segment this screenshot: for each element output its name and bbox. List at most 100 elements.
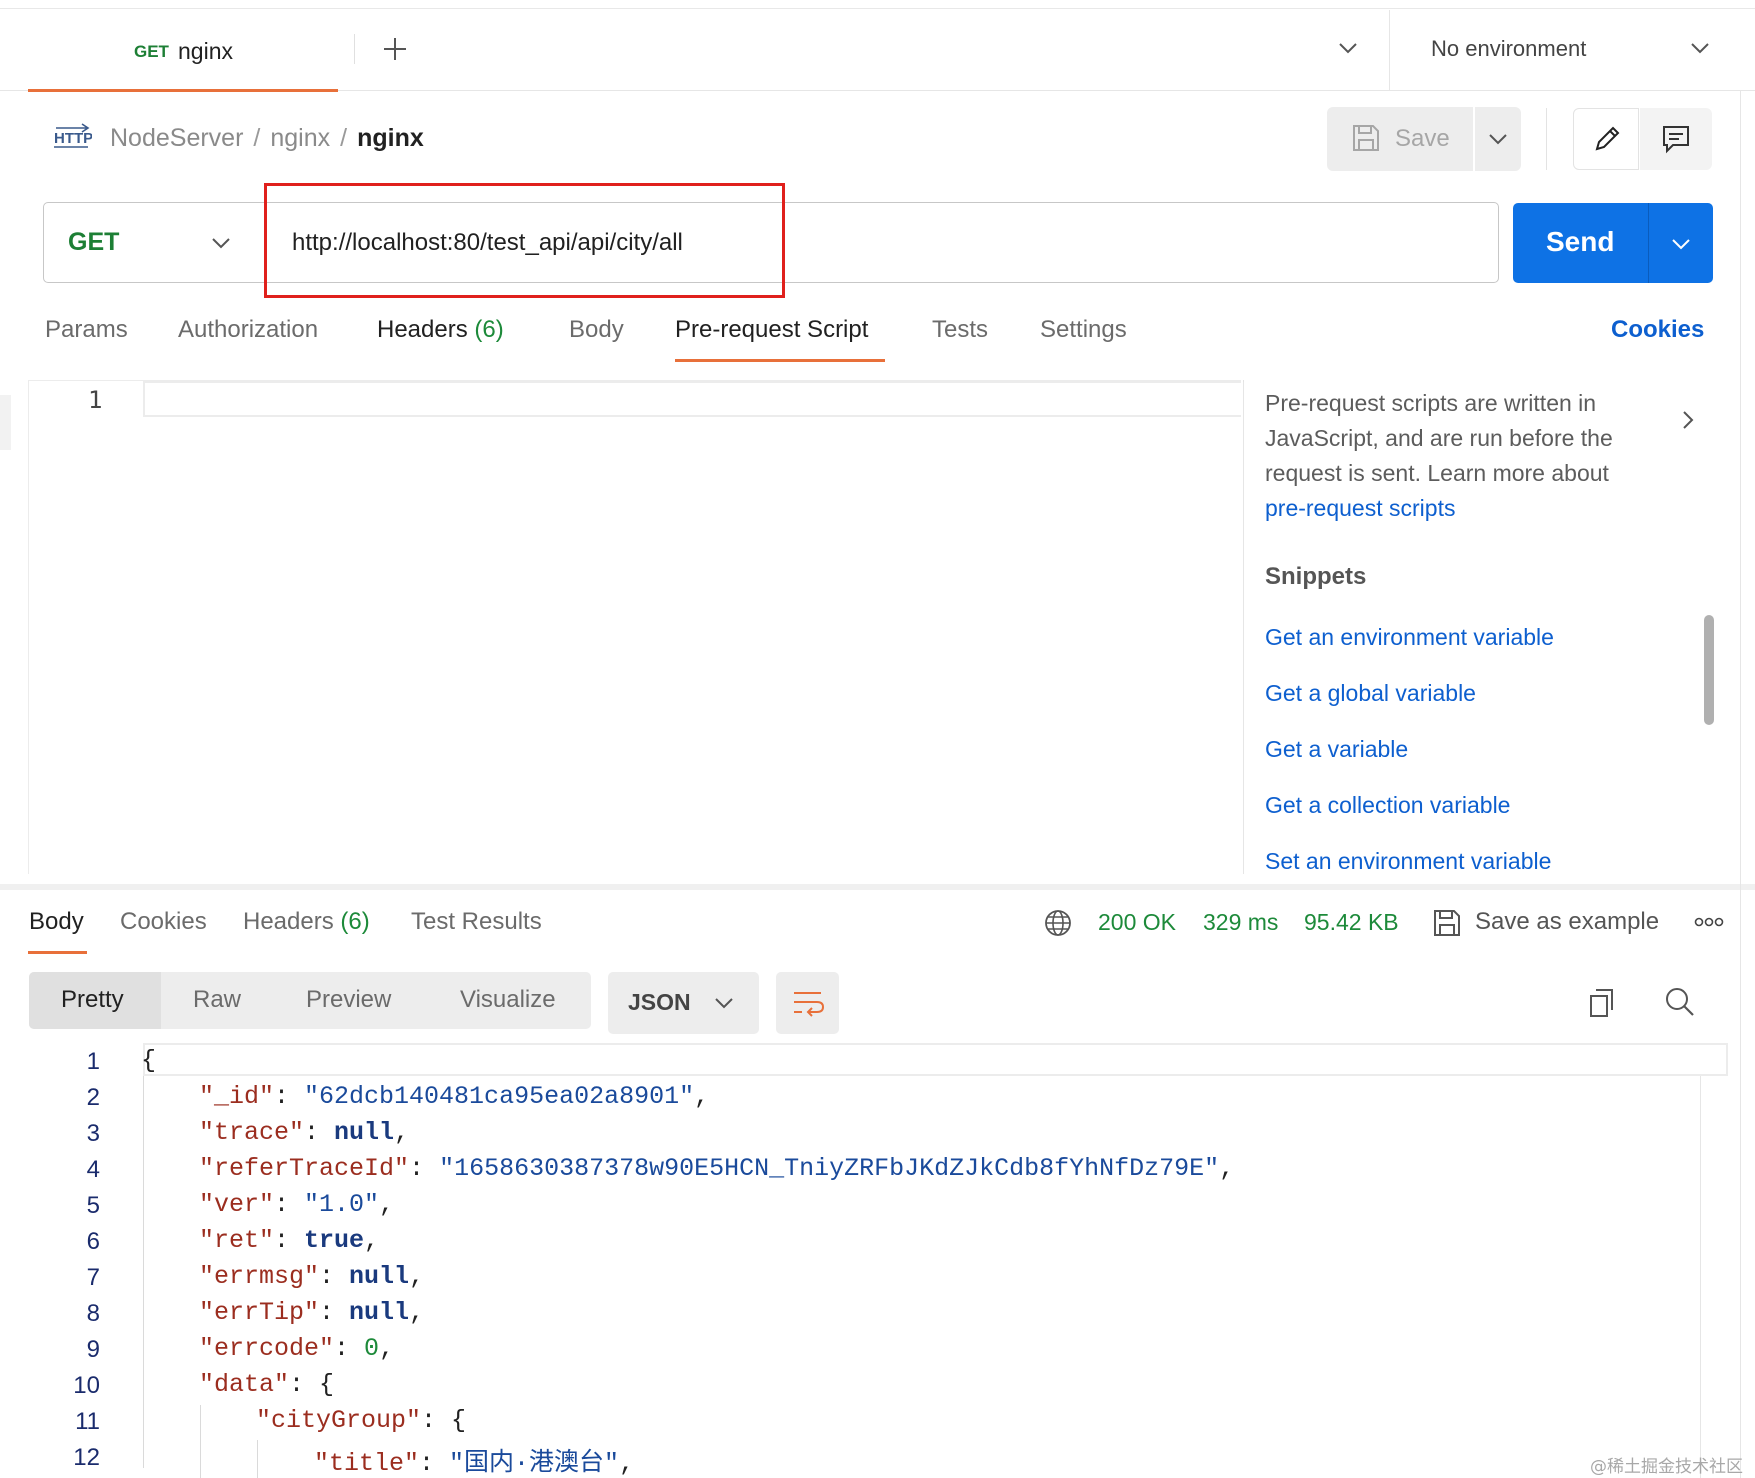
code-line-number: 8 [86,1300,100,1327]
tabs-dropdown-chevron-icon[interactable] [1338,41,1358,55]
globe-icon[interactable] [1043,908,1073,938]
search-icon[interactable] [1664,986,1696,1018]
view-mode-raw[interactable]: Raw [193,986,241,1014]
tab-tests[interactable]: Tests [932,316,988,344]
indent-guide [200,1405,201,1478]
send-button[interactable]: Send [1513,203,1713,283]
format-selector[interactable]: JSON [608,972,759,1034]
breadcrumb-separator: / [253,124,261,152]
environment-selector[interactable]: No environment [1431,36,1586,62]
tab-headers[interactable]: Headers (6) [377,316,504,344]
breadcrumb-request-name[interactable]: nginx [357,124,424,152]
script-editor[interactable] [28,380,1244,874]
copy-icon[interactable] [1587,987,1617,1019]
json-key: "_id" [199,1082,275,1111]
code-line-number: 4 [86,1156,100,1183]
json-null: null [349,1262,410,1291]
json-key: "errTip" [199,1298,320,1327]
wrap-lines-button[interactable] [776,972,839,1034]
code-line-number: 1 [86,1048,100,1075]
code-line-number: 5 [86,1192,100,1219]
collapse-panel-chevron-right-icon[interactable] [1681,410,1695,430]
json-line: "cityGroup": { [256,1406,467,1435]
snippet-set-environment-variable[interactable]: Set an environment variable [1265,848,1551,875]
tab-body[interactable]: Body [569,316,624,344]
response-size[interactable]: 95.42 KB [1304,909,1399,936]
format-label: JSON [628,989,691,1015]
comments-button[interactable] [1640,108,1712,170]
url-highlight-annotation [264,183,785,298]
json-key: "title" [314,1449,420,1478]
comment-icon [1663,126,1689,154]
json-key: "errmsg" [199,1262,320,1291]
tab-params[interactable]: Params [45,316,128,344]
code-gutter-separator [143,1076,144,1468]
json-line: "errTip": null, [199,1298,425,1327]
send-button-label: Send [1546,226,1615,257]
json-string: "1658630387378w90E5HCN_TniyZRFbJKdZJkCdb… [439,1154,1220,1183]
cookies-link[interactable]: Cookies [1611,316,1704,344]
pane-splitter[interactable] [0,884,1755,890]
code-line-number: 2 [86,1084,100,1111]
save-disk-icon [1353,125,1379,151]
method-selector[interactable]: GET [68,228,119,257]
svg-text:HTTP: HTTP [54,130,92,147]
tab-settings[interactable]: Settings [1040,316,1127,344]
json-key: "ret" [199,1226,275,1255]
response-headers-count: (6) [340,908,370,935]
tab-method-badge: GET [134,42,169,61]
toolbar-separator [1546,108,1547,170]
json-string: "国内·港澳台" [449,1449,620,1478]
request-tab-nginx[interactable]: GET nginx [28,10,338,92]
pre-request-scripts-link[interactable]: pre-request scripts [1265,495,1455,521]
code-line-number: 6 [86,1228,100,1255]
breadcrumb-collection[interactable]: NodeServer [110,124,243,152]
response-tab-body[interactable]: Body [29,908,84,936]
tab-authorization[interactable]: Authorization [178,316,318,344]
json-key: "trace" [199,1118,305,1147]
send-options-chevron-icon[interactable] [1671,237,1691,251]
edit-button[interactable] [1573,108,1639,170]
window-right-edge [1740,90,1741,1478]
breadcrumb-folder[interactable]: nginx [270,124,330,152]
json-line: { [141,1046,157,1075]
sidebar-edge [0,395,11,450]
more-options-icon[interactable] [1694,916,1724,928]
save-button-group: Save [1327,107,1521,171]
response-tab-test-results[interactable]: Test Results [411,908,542,936]
code-line-number: 11 [75,1408,100,1435]
info-panel-separator [1243,382,1244,874]
json-key: "data" [199,1370,290,1399]
save-button[interactable]: Save [1395,125,1450,153]
response-status-code[interactable]: 200 OK [1098,909,1176,936]
snippet-get-global-variable[interactable]: Get a global variable [1265,680,1476,707]
new-tab-plus-icon[interactable] [382,36,408,62]
snippets-scrollbar[interactable] [1704,615,1714,725]
json-line: "_id": "62dcb140481ca95ea02a8901", [199,1082,710,1111]
tab-pre-request-script[interactable]: Pre-request Script [675,316,868,344]
snippet-get-environment-variable[interactable]: Get an environment variable [1265,624,1554,651]
save-options-chevron-icon[interactable] [1488,132,1508,146]
environment-chevron-down-icon[interactable] [1690,41,1710,55]
code-line-number: 9 [86,1336,100,1363]
tab-separator [354,34,355,64]
json-key: "ver" [199,1190,275,1219]
method-chevron-down-icon[interactable] [211,236,231,250]
json-string: "62dcb140481ca95ea02a8901" [304,1082,695,1111]
response-tab-cookies[interactable]: Cookies [120,908,207,936]
format-chevron-down-icon [715,998,733,1009]
indent-guide [257,1440,258,1478]
view-mode-pretty[interactable]: Pretty [61,986,124,1014]
snippet-get-collection-variable[interactable]: Get a collection variable [1265,792,1510,819]
snippet-get-variable[interactable]: Get a variable [1265,736,1408,763]
tab-title: nginx [178,38,233,64]
response-tab-headers[interactable]: Headers (6) [243,908,370,936]
view-mode-visualize[interactable]: Visualize [460,986,556,1014]
save-as-example-button[interactable]: Save as example [1475,908,1659,936]
view-mode-preview[interactable]: Preview [306,986,391,1014]
json-key: "errcode" [199,1334,335,1363]
response-time[interactable]: 329 ms [1203,909,1278,936]
tab-headers-count: (6) [474,316,504,343]
json-line: "errcode": 0, [199,1334,395,1363]
active-tab-indicator [675,359,885,362]
